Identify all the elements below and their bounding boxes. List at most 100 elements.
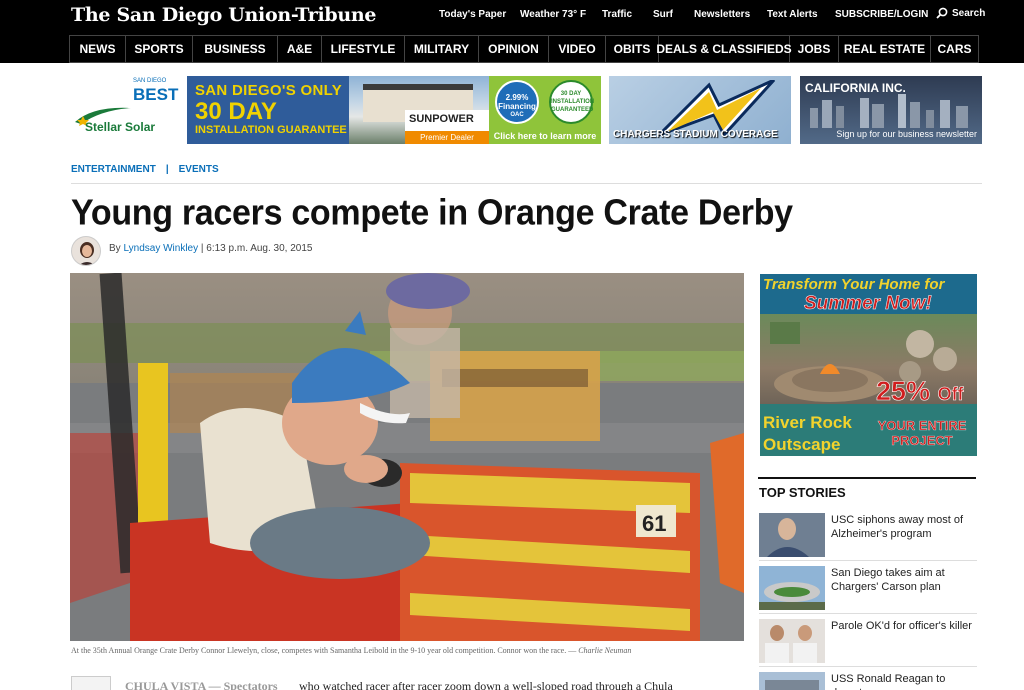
util-link-weather[interactable]: Weather 73° F xyxy=(520,9,586,20)
car-number: 61 xyxy=(642,511,666,536)
ad-headline-1: Transform Your Home for xyxy=(763,276,945,293)
nav-item-opinion[interactable]: OPINION xyxy=(479,36,549,62)
story-title[interactable]: USS Ronald Reagan to depart xyxy=(831,672,975,690)
article-body: CHULA VISTA — Spectators who watched rac… xyxy=(71,676,744,690)
story-thumbnail xyxy=(759,566,825,610)
ad-line-1: SAN DIEGO'S ONLY xyxy=(195,82,343,99)
story-thumbnail xyxy=(759,513,825,557)
top-story-item[interactable]: USS Ronald Reagan to depart xyxy=(759,672,977,690)
chargers-stadium-ad[interactable]: CHARGERS STADIUM COVERAGE xyxy=(609,76,791,144)
story-thumbnail xyxy=(759,672,825,690)
search-button[interactable]: Search xyxy=(936,7,985,19)
author-portrait-icon xyxy=(72,237,100,265)
subscribe-login-link[interactable]: SUBSCRIBE/LOGIN xyxy=(835,9,928,20)
california-inc-newsletter-ad[interactable]: CALIFORNIA INC. Sign up for our business… xyxy=(800,76,982,144)
story-title[interactable]: USC siphons away most of Alzheimer's pro… xyxy=(831,513,975,541)
product-name: River Rock Outscape xyxy=(763,412,873,456)
nav-item-sports[interactable]: SPORTS xyxy=(126,36,193,62)
ad-line-2: 30 DAY xyxy=(195,98,277,125)
financing-rate: 2.99% xyxy=(505,93,529,102)
byline: By Lyndsay Winkley | 6:13 p.m. Aug. 30, … xyxy=(109,243,312,254)
guarantee-top: 30 DAY xyxy=(560,91,582,97)
util-link-surf[interactable]: Surf xyxy=(653,9,673,20)
financing-label: Financing xyxy=(498,102,536,111)
util-link-text-alerts[interactable]: Text Alerts xyxy=(767,9,818,20)
derby-race-photo: 61 xyxy=(70,273,744,641)
guarantee-mid: INSTALLATION xyxy=(551,99,595,105)
author-link[interactable]: Lyndsay Winkley xyxy=(123,243,198,254)
learn-more-link[interactable]: Click here to learn more xyxy=(489,131,601,141)
nav-item-jobs[interactable]: JOBS xyxy=(790,36,839,62)
financing-badge: 2.99% Financing OAC xyxy=(495,80,539,124)
publish-timestamp: | 6:13 p.m. Aug. 30, 2015 xyxy=(200,243,313,254)
newsletter-signup-link[interactable]: Sign up for our business newsletter xyxy=(836,129,977,139)
chargers-ad-caption: CHARGERS STADIUM COVERAGE xyxy=(613,129,778,140)
caption-text: At the 35th Annual Orange Crate Derby Co… xyxy=(71,646,577,655)
nav-item-cars[interactable]: CARS xyxy=(931,36,978,62)
nav-item-obits[interactable]: OBITS xyxy=(606,36,659,62)
discount-offer: YOUR ENTIRE PROJECT xyxy=(868,418,976,448)
masthead-logo[interactable]: The San Diego Union-Tribune xyxy=(71,4,376,26)
river-rock-outscape-ad[interactable]: Transform Your Home for Summer Now! Rive… xyxy=(760,274,977,456)
byline-prefix: By xyxy=(109,243,121,254)
ad-headline-2: Summer Now! xyxy=(804,293,932,315)
top-story-item[interactable]: USC siphons away most of Alzheimer's pro… xyxy=(759,513,977,563)
header-divider xyxy=(71,183,982,184)
nav-item-military[interactable]: MILITARY xyxy=(405,36,479,62)
top-bar: The San Diego Union-Tribune Today's Pape… xyxy=(0,0,1024,63)
story-divider xyxy=(759,613,977,614)
story-photo-ship xyxy=(759,672,825,690)
story-thumbnail xyxy=(759,619,825,663)
best-award-label: SAN DIEGO xyxy=(133,78,167,84)
util-link-traffic[interactable]: Traffic xyxy=(602,9,632,20)
top-stories-heading: TOP STORIES xyxy=(759,485,846,500)
nav-item-ae[interactable]: A&E xyxy=(278,36,322,62)
best-award: BEST xyxy=(133,85,179,104)
discount-amount: 25% Off xyxy=(876,376,964,407)
nav-item-deals-classifieds[interactable]: DEALS & CLASSIFIEDS xyxy=(656,36,792,62)
story-photo-portrait xyxy=(759,513,825,557)
util-link-newsletters[interactable]: Newsletters xyxy=(694,9,750,20)
guarantee-seal: 30 DAY INSTALLATION GUARANTEED xyxy=(549,80,595,124)
main-nav: NEWS SPORTS BUSINESS A&E LIFESTYLE MILIT… xyxy=(69,35,979,63)
city-skyline-icon xyxy=(810,94,968,128)
ad-header: Transform Your Home for Summer Now! xyxy=(760,274,977,314)
nav-item-news[interactable]: NEWS xyxy=(70,36,126,62)
offer-line-1: YOUR ENTIRE xyxy=(877,418,967,433)
article-body-text: who watched racer after racer zoom down … xyxy=(299,679,673,690)
stellar-solar-brand: Stellar Solar xyxy=(85,120,156,134)
story-divider xyxy=(759,560,977,561)
nav-item-lifestyle[interactable]: LIFESTYLE xyxy=(322,36,405,62)
breadcrumb: ENTERTAINMENT | EVENTS xyxy=(71,164,219,175)
article-main-photo[interactable]: 61 xyxy=(70,273,744,641)
product-name-line-2: Outscape xyxy=(763,435,841,454)
sunpower-dealer-badge: SUNPOWER Premier Dealer xyxy=(405,110,489,144)
sunpower-label: SUNPOWER xyxy=(409,113,474,125)
nav-item-real-estate[interactable]: REAL ESTATE xyxy=(839,36,931,62)
dateline: CHULA VISTA — Spectators xyxy=(125,679,278,690)
guarantee-bottom: GUARANTEED xyxy=(551,107,594,113)
category-entertainment[interactable]: ENTERTAINMENT xyxy=(71,164,156,175)
util-link-todays-paper[interactable]: Today's Paper xyxy=(439,9,506,20)
story-photo-officers xyxy=(759,619,825,663)
story-photo-stadium xyxy=(759,566,825,610)
offer-line-2: PROJECT xyxy=(891,433,953,448)
nav-item-video[interactable]: VIDEO xyxy=(549,36,606,62)
story-title[interactable]: Parole OK'd for officer's killer xyxy=(831,619,975,633)
ad-line-3: INSTALLATION GUARANTEE xyxy=(195,124,347,136)
article-body-thumbnail xyxy=(71,676,111,690)
stellar-solar-logo: SAN DIEGO BEST Stellar Solar xyxy=(71,76,186,144)
story-title[interactable]: San Diego takes aim at Chargers' Carson … xyxy=(831,566,975,594)
nav-item-business[interactable]: BUSINESS xyxy=(193,36,278,62)
story-divider xyxy=(759,666,977,667)
author-avatar[interactable] xyxy=(71,236,101,266)
top-story-item[interactable]: San Diego takes aim at Chargers' Carson … xyxy=(759,566,977,616)
article-headline: Young racers compete in Orange Crate Der… xyxy=(71,193,793,233)
discount-percent: 25% xyxy=(876,376,931,407)
category-events[interactable]: EVENTS xyxy=(179,164,219,175)
top-stories-rule xyxy=(758,477,976,479)
search-icon xyxy=(936,7,948,19)
solar-banner-ad[interactable]: SAN DIEGO BEST Stellar Solar SAN DIEGO'S… xyxy=(71,76,601,144)
discount-off: Off xyxy=(937,384,964,405)
top-story-item[interactable]: Parole OK'd for officer's killer xyxy=(759,619,977,669)
